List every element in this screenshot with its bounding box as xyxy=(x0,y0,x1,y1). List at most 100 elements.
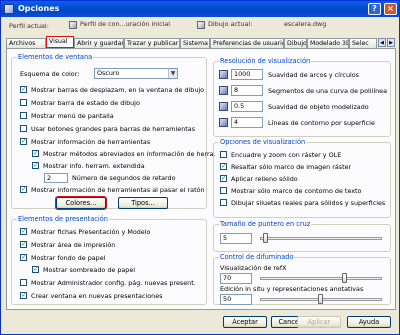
opt-shortcuts-checkbox[interactable] xyxy=(32,149,39,157)
refx-slider[interactable] xyxy=(342,273,348,283)
drawing-value: escalera.dwg xyxy=(284,20,327,28)
tipos-button[interactable]: Tipos... xyxy=(118,197,168,209)
drawing-label: Dibujo actual: xyxy=(208,20,253,28)
group-puntero-title: Tamaño de puntero en cruz xyxy=(219,220,312,228)
opt-paper-bg-checkbox[interactable] xyxy=(20,253,27,261)
tab-preferencias[interactable]: Preferencias de usuario xyxy=(210,38,284,48)
opt-statusbar-checkbox[interactable] xyxy=(20,99,27,106)
aplicar-button[interactable]: Aplicar xyxy=(297,316,341,328)
polyline-segments-input[interactable]: 8 xyxy=(231,85,263,96)
opt-extended-checkbox[interactable] xyxy=(32,161,39,169)
esquema-value: Oscuro xyxy=(97,69,120,77)
crosshair-size-input[interactable]: 5 xyxy=(220,233,252,244)
opt-text-frame-checkbox[interactable] xyxy=(220,187,227,194)
opt-solid-fill-label: Aplicar relleno sólido xyxy=(231,175,298,183)
profile-label: Perfil actual: xyxy=(9,22,49,30)
contour-lines-input[interactable]: 4 xyxy=(231,117,263,128)
opt-create-viewport-label: Crear ventana en nuevas presentaciones xyxy=(31,292,163,300)
rendered-smoothness-input[interactable]: 0.5 xyxy=(231,101,263,112)
tab-strip: Archivos Visual Abrir y guardar Trazar y… xyxy=(6,36,396,48)
opt-paper-shadow-checkbox[interactable] xyxy=(32,265,39,273)
tab-scroll-left-icon[interactable]: ◀ xyxy=(378,38,386,47)
opt-create-viewport-checkbox[interactable] xyxy=(20,291,27,299)
rendered-smoothness-value: 0.5 xyxy=(234,102,245,110)
polyline-segments-label: Segmentos de una curva de polilínea xyxy=(268,87,388,95)
group-presentacion-title: Elementos de presentación xyxy=(17,215,109,223)
contour-lines-value: 4 xyxy=(234,118,239,126)
esquema-label: Esquema de color: xyxy=(20,70,80,78)
arc-smoothness-label: Suavidad de arcos y círculos xyxy=(268,71,360,79)
tab-modelado[interactable]: Modelado 3D xyxy=(307,38,349,48)
opt-page-setup-checkbox[interactable] xyxy=(20,279,27,286)
tab-selec[interactable]: Selec xyxy=(349,38,377,48)
tab-dibujo[interactable]: Dibujo xyxy=(284,38,307,48)
arc-smoothness-icon xyxy=(219,70,228,79)
opt-layout-tabs-checkbox[interactable] xyxy=(20,227,27,235)
delay-seconds-value: 2 xyxy=(47,174,52,182)
group-resolucion: Resolución de visualización 1000 Suavida… xyxy=(213,57,391,137)
opt-screenmenu-label: Mostrar menú de pantalla xyxy=(31,112,114,120)
help-icon[interactable]: ? xyxy=(368,3,381,15)
tab-trazar[interactable]: Trazar y publicar xyxy=(124,38,180,48)
rendered-smoothness-label: Suavidad de objeto modelizado xyxy=(268,103,369,111)
refx-input[interactable]: 70 xyxy=(220,273,252,284)
opt-raster-frame-checkbox[interactable] xyxy=(220,162,227,170)
opt-tooltips-checkbox[interactable] xyxy=(20,137,27,145)
window-title: Opciones xyxy=(18,4,60,13)
opt-rollover-checkbox[interactable] xyxy=(20,185,27,193)
opt-screenmenu-checkbox[interactable] xyxy=(20,112,27,119)
profile-icon xyxy=(69,21,77,29)
close-icon[interactable]: × xyxy=(384,3,397,15)
opt-largebuttons-checkbox[interactable] xyxy=(20,125,27,132)
drawing-icon xyxy=(197,21,205,29)
contour-lines-label: Líneas de contorno por superficie xyxy=(268,119,375,127)
group-resolucion-title: Resolución de visualización xyxy=(219,57,312,65)
crosshair-size-track[interactable] xyxy=(260,237,382,240)
opt-tooltips-label: Mostrar información de herramientas xyxy=(31,138,151,146)
opt-solid-fill-checkbox[interactable] xyxy=(220,174,227,182)
opt-silhouettes-checkbox[interactable] xyxy=(220,199,227,206)
opt-layout-tabs-label: Mostrar fichas Presentación y Modelo xyxy=(31,228,151,236)
polyline-segments-value: 8 xyxy=(234,86,239,94)
crosshair-size-value: 5 xyxy=(223,234,228,242)
opt-print-area-checkbox[interactable] xyxy=(20,240,27,248)
group-presentacion: Elementos de presentación Mostrar fichas… xyxy=(11,215,207,305)
profile-value: Perfil de con...uración inicial xyxy=(80,20,171,28)
opt-raster-frame-label: Resaltar sólo marco de imagen ráster xyxy=(231,163,352,171)
opt-extended-label: Mostrar info. herram. extendida xyxy=(43,162,145,170)
title-bar[interactable]: Opciones ? × xyxy=(1,1,399,17)
contour-lines-icon xyxy=(219,118,228,127)
refx-value: 70 xyxy=(223,274,232,282)
opt-paper-shadow-label: Mostrar sombreado de papel xyxy=(43,266,136,274)
delay-seconds-input[interactable]: 2 xyxy=(44,173,68,183)
esquema-select[interactable]: Oscuro ▼ xyxy=(94,68,178,79)
opt-scrollbars-checkbox[interactable] xyxy=(20,85,27,93)
opt-paper-bg-label: Mostrar fondo de papel xyxy=(31,254,106,262)
group-difuminado: Control de difuminado Visualización de r… xyxy=(213,253,391,305)
group-rendimiento-title: Opciones de visualización xyxy=(219,138,307,146)
opt-rollover-label: Mostrar información de herramientas al p… xyxy=(31,186,205,194)
tab-visual[interactable]: Visual xyxy=(46,36,74,48)
opt-page-setup-label: Mostrar Administrador config. pág. nueva… xyxy=(31,279,196,287)
aceptar-button[interactable]: Aceptar xyxy=(223,316,267,328)
tab-scroll-right-icon[interactable]: ▶ xyxy=(387,38,395,47)
ayuda-button[interactable]: Ayuda xyxy=(347,316,391,328)
edicion-input[interactable]: 50 xyxy=(220,294,252,305)
group-ventana-title: Elementos de ventana xyxy=(17,53,94,61)
opt-statusbar-label: Mostrar barra de estado de dibujo xyxy=(31,99,140,107)
crosshair-size-slider[interactable] xyxy=(263,233,269,243)
tab-archivos[interactable]: Archivos xyxy=(6,38,46,48)
opt-text-frame-label: Mostrar sólo marco de contorno de texto xyxy=(231,187,362,195)
opt-scrollbars-label: Mostrar barras de desplazam. en la venta… xyxy=(31,86,205,94)
colores-button[interactable]: Colores... xyxy=(55,196,107,210)
tab-sistema[interactable]: Sistema xyxy=(180,38,210,48)
tab-abrir-guardar[interactable]: Abrir y guardar xyxy=(74,38,124,48)
arc-smoothness-input[interactable]: 1000 xyxy=(231,69,263,80)
group-ventana: Elementos de ventana Esquema de color: O… xyxy=(11,53,216,210)
refx-track[interactable] xyxy=(260,277,382,280)
edicion-slider[interactable] xyxy=(318,294,323,304)
chevron-down-icon[interactable]: ▼ xyxy=(168,69,177,78)
opt-silhouettes-label: Dibujar siluetas reales para sólidos y s… xyxy=(231,199,386,207)
refx-label: Visualización de refX xyxy=(220,264,287,272)
opt-pan-zoom-checkbox[interactable] xyxy=(220,151,227,158)
